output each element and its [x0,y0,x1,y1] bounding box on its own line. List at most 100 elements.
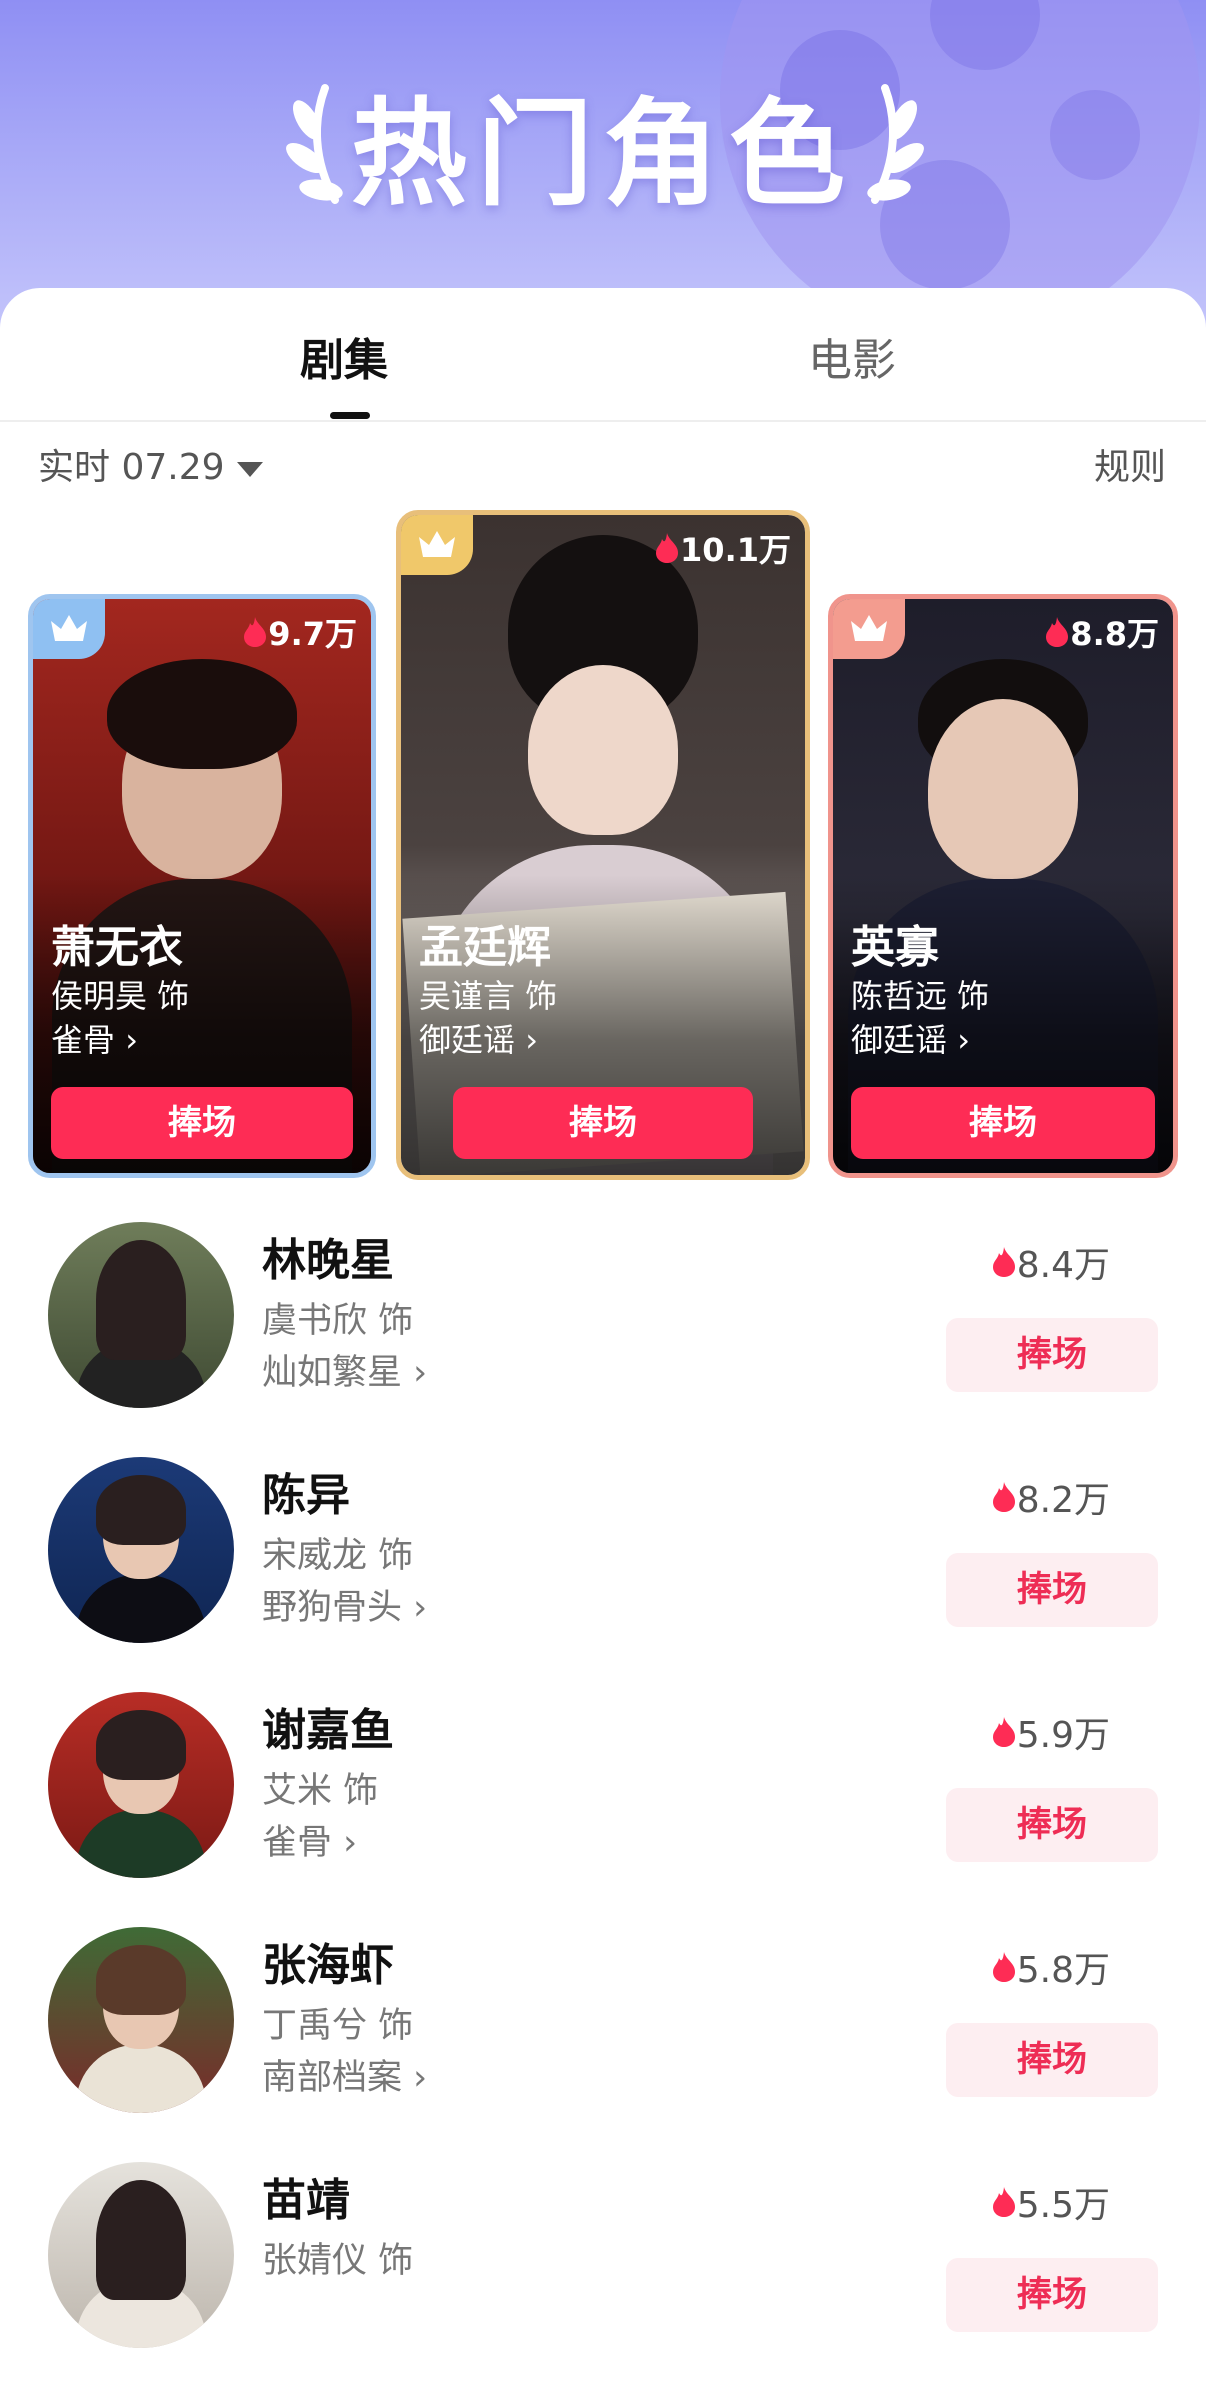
rank-badge [401,515,473,575]
ranking-panel: 剧集 电影 实时 07.29 规则 9.7万 萧无衣 侯明昊 饰 雀骨 › 捧场 [0,288,1206,2348]
rank-badge [833,599,905,659]
actor-credit: 张婧仪 饰 [262,2241,414,2281]
character-name: 苗靖 [262,2175,350,2226]
heat-value: 8.8万 [1070,615,1159,653]
character-name: 英寡 [851,922,939,973]
crown-icon [51,615,87,641]
top-card-rank-1[interactable]: 10.1万 孟廷辉 吴谨言 饰 御廷谣 › 捧场 [396,510,810,1180]
banner-title: 热门角色 [351,87,855,222]
heat-score: 9.7万 [242,609,357,655]
avatar-hair [96,1945,186,2015]
avatar[interactable] [48,1457,234,1643]
heat-score: 8.4万 [991,1236,1110,1288]
actor-credit: 侯明昊 饰 [51,977,190,1015]
avatar[interactable] [48,1927,234,2113]
actor-credit: 吴谨言 饰 [419,977,558,1015]
heat-value: 5.9万 [1016,1715,1110,1756]
chevron-right-icon: › [413,1588,428,1628]
list-item[interactable]: 张海虾 丁禹兮 饰 南部档案 › 5.8万 捧场 [0,1927,1206,2162]
support-button[interactable]: 捧场 [946,1318,1158,1392]
heat-value: 9.7万 [268,615,357,653]
crown-icon [419,531,455,557]
flame-icon [992,1482,1015,1512]
show-link[interactable]: 雀骨 › [262,1814,357,1865]
list-item[interactable]: 林晚星 虞书欣 饰 灿如繁星 › 8.4万 捧场 [0,1222,1206,1457]
show-title: 御廷谣 [851,1021,948,1059]
character-figure [928,699,1078,879]
support-button[interactable]: 捧场 [453,1087,753,1159]
chevron-right-icon: › [343,1823,358,1863]
avatar-body [76,2045,206,2113]
actor-credit: 宋威龙 饰 [262,1536,414,1576]
list-item[interactable]: 陈异 宋威龙 饰 野狗骨头 › 8.2万 捧场 [0,1457,1206,1692]
support-button[interactable]: 捧场 [946,1553,1158,1627]
list-item[interactable]: 谢嘉鱼 艾米 饰 雀骨 › 5.9万 捧场 [0,1692,1206,1927]
show-title: 雀骨 [51,1021,116,1059]
avatar-body [76,1810,206,1878]
actor-credit: 丁禹兮 饰 [262,2006,414,2046]
heat-value: 8.4万 [1016,1245,1110,1286]
chevron-right-icon: › [125,1021,138,1059]
date-filter-label: 实时 07.29 [38,447,225,488]
rules-link[interactable]: 规则 [1094,438,1166,490]
support-button[interactable]: 捧场 [946,2023,1158,2097]
character-name: 陈异 [262,1470,350,1521]
character-name: 谢嘉鱼 [262,1705,394,1756]
flame-icon [656,533,679,563]
avatar[interactable] [48,2162,234,2348]
show-link[interactable]: 御廷谣 › [419,1015,538,1061]
flame-icon [992,1952,1015,1982]
header-banner: 热门角色 [0,0,1206,330]
tab-series[interactable]: 剧集 [300,324,388,388]
tab-movies[interactable]: 电影 [808,324,896,388]
character-hair [107,659,297,769]
heat-score: 8.8万 [1044,609,1159,655]
avatar-hair [96,1475,186,1545]
character-name: 孟廷辉 [419,922,551,973]
crown-icon [851,615,887,641]
show-title: 御廷谣 [419,1021,516,1059]
character-figure [528,665,678,835]
support-button[interactable]: 捧场 [946,1788,1158,1862]
character-name: 张海虾 [262,1940,394,1991]
list-item[interactable]: 苗靖 张婧仪 饰 5.5万 捧场 [0,2162,1206,2397]
show-link[interactable]: 御廷谣 › [851,1015,970,1061]
support-button[interactable]: 捧场 [51,1087,353,1159]
date-filter[interactable]: 实时 07.29 [38,438,263,490]
heat-value: 5.8万 [1016,1950,1110,1991]
top-card-rank-2[interactable]: 9.7万 萧无衣 侯明昊 饰 雀骨 › 捧场 [28,594,376,1178]
flame-icon [992,1717,1015,1747]
actor-credit: 艾米 饰 [262,1771,379,1811]
rank-badge [33,599,105,659]
actor-credit: 陈哲远 饰 [851,977,990,1015]
flame-icon [992,2187,1015,2217]
heat-score: 10.1万 [654,525,791,571]
show-title: 南部档案 [262,2058,403,2098]
flame-icon [1046,617,1069,647]
chevron-right-icon: › [957,1021,970,1059]
actor-credit: 虞书欣 饰 [262,1301,414,1341]
heat-value: 5.5万 [1016,2185,1110,2226]
show-title: 雀骨 [262,1823,333,1863]
show-title: 野狗骨头 [262,1588,403,1628]
show-link[interactable]: 野狗骨头 › [262,1579,427,1630]
character-name: 萧无衣 [51,922,183,973]
avatar-hair [96,1240,186,1360]
support-button[interactable]: 捧场 [946,2258,1158,2332]
flame-icon [244,617,267,647]
show-link[interactable]: 南部档案 › [262,2049,427,2100]
avatar[interactable] [48,1692,234,1878]
character-name: 林晚星 [262,1235,394,1286]
heat-value: 8.2万 [1016,1480,1110,1521]
show-title: 灿如繁星 [262,1353,403,1393]
heat-score: 5.8万 [991,1941,1110,1993]
support-button[interactable]: 捧场 [851,1087,1155,1159]
avatar[interactable] [48,1222,234,1408]
chevron-right-icon: › [413,1353,428,1393]
show-link[interactable]: 雀骨 › [51,1015,138,1061]
top-card-rank-3[interactable]: 8.8万 英寡 陈哲远 饰 御廷谣 › 捧场 [828,594,1178,1178]
heat-score: 8.2万 [991,1471,1110,1523]
heat-score: 5.9万 [991,1706,1110,1758]
avatar-hair [96,2180,186,2300]
show-link[interactable]: 灿如繁星 › [262,1344,427,1395]
